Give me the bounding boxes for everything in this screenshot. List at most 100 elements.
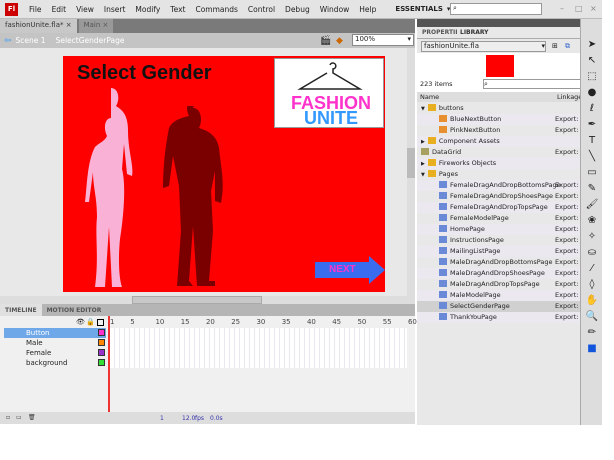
library-item[interactable]: DataGrid Export: I [417, 147, 580, 158]
3d-rotation-tool-icon[interactable]: ● [585, 87, 599, 101]
collapsed-chevron-icon[interactable]: ▶ [421, 139, 425, 145]
lasso-tool-icon[interactable]: ℓ [585, 103, 599, 117]
edit-symbols-icon[interactable]: ◆ [336, 36, 343, 46]
menu-control[interactable]: Control [248, 5, 275, 14]
menu-insert[interactable]: Insert [104, 5, 126, 14]
stage-vertical-scrollbar[interactable] [407, 48, 415, 296]
pin-icon[interactable]: ⊞ [552, 42, 558, 50]
menu-file[interactable]: File [29, 5, 42, 14]
library-item[interactable]: HomePage Export: I [417, 224, 580, 235]
menu-window[interactable]: Window [320, 5, 350, 14]
subselection-tool-icon[interactable]: ↖ [585, 55, 599, 69]
eyedropper-tool-icon[interactable]: ⁄ [585, 263, 599, 277]
expanded-chevron-icon[interactable]: ▼ [421, 172, 425, 178]
lock-icon[interactable]: 🔒 [86, 318, 95, 326]
playhead[interactable] [108, 316, 110, 412]
help-search-input[interactable]: ⌕ [450, 3, 542, 15]
menu-modify[interactable]: Modify [135, 5, 160, 14]
hand-tool-icon[interactable]: ✋ [585, 295, 599, 309]
tab-motion-editor[interactable]: MOTION EDITOR [42, 304, 107, 316]
minimize-icon[interactable]: – [560, 4, 564, 13]
library-item[interactable]: PinkNextButton Export: I [417, 125, 580, 136]
library-item[interactable]: MaleDragAndDropShoesPage Export: I [417, 268, 580, 279]
delete-icon[interactable]: 🗑 [28, 414, 36, 421]
column-name[interactable]: Name [420, 93, 439, 101]
next-button[interactable]: NEXT [315, 256, 385, 284]
close-icon[interactable]: × [590, 4, 597, 13]
library-item[interactable]: ▼ Pages [417, 169, 580, 180]
deco-tool-icon[interactable]: ❀ [585, 215, 599, 229]
eraser-tool-icon[interactable]: ◊ [585, 279, 599, 293]
current-frame[interactable]: 1 [160, 415, 164, 422]
library-item[interactable]: FemaleDragAndDropShoesPage Export: I [417, 191, 580, 202]
fps-value[interactable]: 12.0 [182, 415, 195, 422]
stroke-color-tool-icon[interactable]: ✏ [585, 327, 599, 341]
layer-female[interactable]: Female [4, 348, 106, 358]
back-arrow-icon[interactable]: ⇦ [4, 36, 12, 46]
new-folder-icon[interactable]: ▭ [16, 414, 22, 421]
stage[interactable]: Select Gender FASHION UNITE NEXT [63, 56, 385, 292]
layer-button[interactable]: Button [4, 328, 106, 338]
library-item[interactable]: MaleModelPage Export: I [417, 290, 580, 301]
menu-help[interactable]: Help [359, 5, 376, 14]
library-item[interactable]: ▶ Component Assets [417, 136, 580, 147]
male-silhouette[interactable] [153, 106, 233, 291]
bone-tool-icon[interactable]: ✧ [585, 231, 599, 245]
breadcrumb-symbol[interactable]: SelectGenderPage [56, 36, 125, 45]
pencil-tool-icon[interactable]: ✎ [585, 183, 599, 197]
menu-commands[interactable]: Commands [195, 5, 237, 14]
breadcrumb-scene[interactable]: Scene 1 [16, 36, 46, 45]
layer-color-swatch[interactable] [98, 329, 105, 336]
brush-tool-icon[interactable]: 🖌 [585, 199, 599, 213]
layer-color-swatch[interactable] [98, 339, 105, 346]
tab-main[interactable]: Main × [78, 19, 114, 33]
library-item[interactable]: FemaleDragAndDropTopsPage Export: I [417, 202, 580, 213]
zoom-tool-icon[interactable]: 🔍 [585, 311, 599, 325]
library-item[interactable]: MailingListPage Export: I [417, 246, 580, 257]
pen-tool-icon[interactable]: ✒ [585, 119, 599, 133]
zoom-select[interactable]: 100% ▾ [352, 34, 414, 46]
frames-grid[interactable] [110, 328, 407, 368]
collapsed-chevron-icon[interactable]: ▶ [421, 161, 425, 167]
close-icon[interactable]: × [66, 21, 72, 29]
library-item[interactable]: FemaleModelPage Export: I [417, 213, 580, 224]
library-item[interactable]: ▶ Fireworks Objects [417, 158, 580, 169]
selection-tool-icon[interactable]: ➤ [585, 39, 599, 53]
tab-timeline[interactable]: TIMELINE [0, 304, 42, 316]
new-layer-icon[interactable]: ▫ [6, 414, 10, 421]
library-document-select[interactable]: fashionUnite.fla ▾ [421, 41, 546, 52]
maximize-icon[interactable]: □ [575, 4, 583, 13]
menu-view[interactable]: View [76, 5, 94, 14]
library-item[interactable]: MaleDragAndDropBottomsPage Export: I [417, 257, 580, 268]
menu-debug[interactable]: Debug [285, 5, 310, 14]
new-library-icon[interactable]: ⧉ [565, 42, 570, 51]
paint-bucket-tool-icon[interactable]: ⛀ [585, 247, 599, 261]
layer-background[interactable]: background [4, 358, 106, 368]
female-silhouette[interactable] [83, 86, 143, 291]
text-tool-icon[interactable]: T [585, 135, 599, 149]
layer-color-swatch[interactable] [98, 349, 105, 356]
close-icon[interactable]: × [103, 21, 109, 29]
rectangle-tool-icon[interactable]: ▭ [585, 167, 599, 181]
free-transform-tool-icon[interactable]: ⬚ [585, 71, 599, 85]
menu-edit[interactable]: Edit [52, 5, 67, 14]
fill-color-tool-icon[interactable]: ■ [585, 343, 599, 357]
library-item[interactable]: InstructionsPage Export: I [417, 235, 580, 246]
eye-icon[interactable]: 👁 [76, 318, 85, 326]
menu-text[interactable]: Text [170, 5, 185, 14]
library-item[interactable]: FemaleDragAndDropBottomsPage Export: I [417, 180, 580, 191]
column-linkage[interactable]: Linkage [557, 93, 582, 101]
library-item[interactable]: SelectGenderPage Export: I [417, 301, 580, 312]
stage-horizontal-scrollbar[interactable] [0, 296, 415, 304]
library-item[interactable]: BlueNextButton Export: I [417, 114, 580, 125]
layer-color-swatch[interactable] [98, 359, 105, 366]
expanded-chevron-icon[interactable]: ▼ [421, 106, 425, 112]
library-item[interactable]: ▼ buttons [417, 103, 580, 114]
edit-scene-icon[interactable]: 🎬 [320, 36, 331, 46]
layer-male[interactable]: Male [4, 338, 106, 348]
library-search-input[interactable]: ⌕ [483, 79, 581, 89]
line-tool-icon[interactable]: ╲ [585, 151, 599, 165]
tab-fashionunite[interactable]: fashionUnite.fla* × [0, 19, 77, 33]
library-item[interactable]: MaleDragAndDropTopsPage Export: I [417, 279, 580, 290]
workspace-switcher[interactable]: ESSENTIALS [395, 5, 443, 13]
